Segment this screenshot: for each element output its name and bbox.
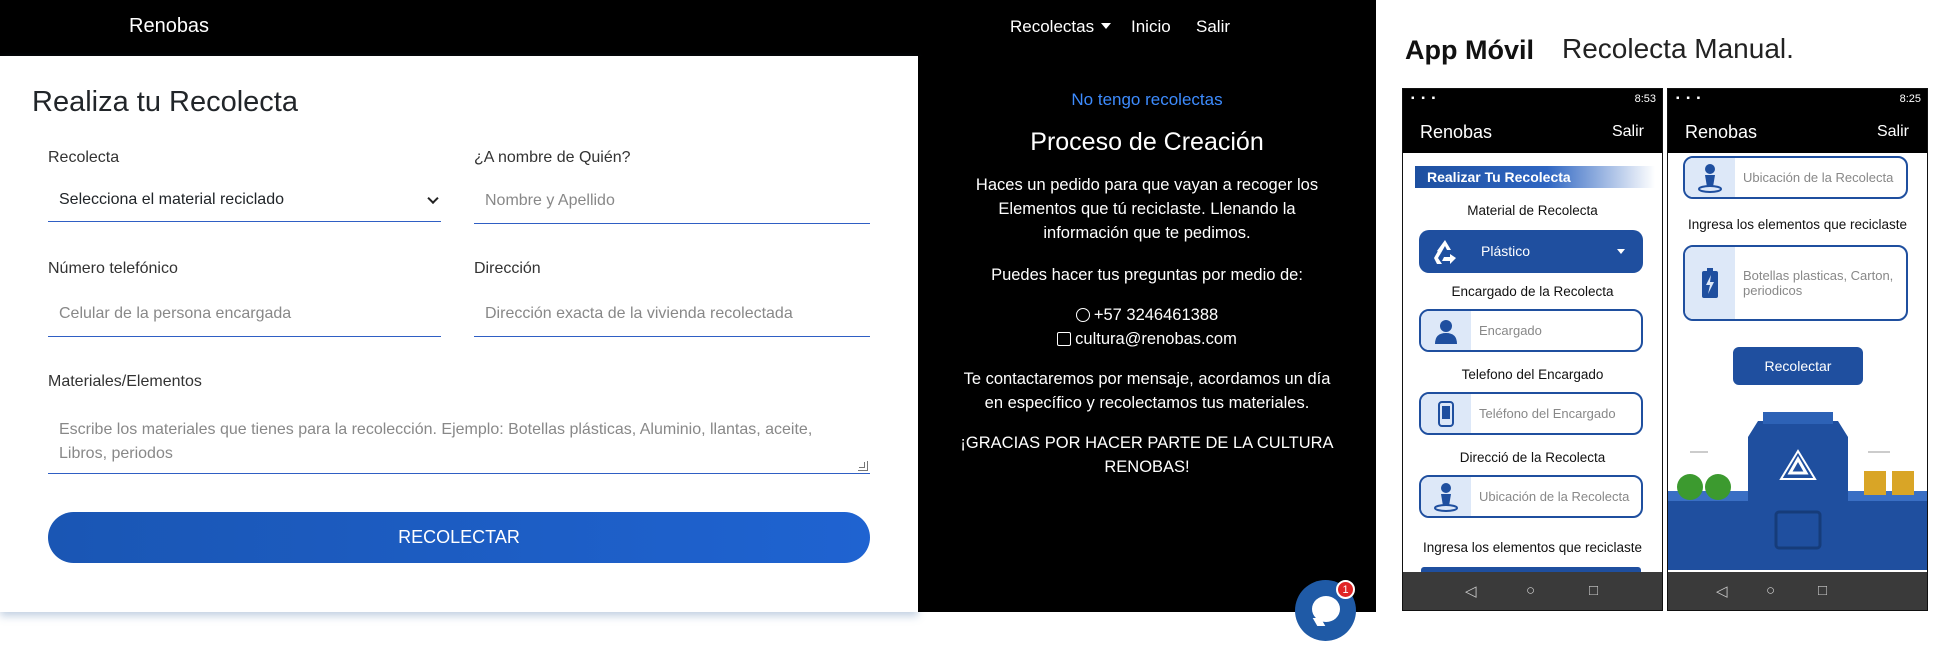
- info-paragraph-2: Puedes hacer tus preguntas por medio de:: [991, 266, 1303, 284]
- home-icon[interactable]: ○: [1526, 582, 1535, 599]
- ubicacion-input[interactable]: Ubicación de la Recolecta: [1683, 156, 1908, 199]
- caret-down-icon: [1101, 22, 1112, 29]
- contact-phone-text: +57 3246461388: [1093, 306, 1219, 324]
- app-salir-button[interactable]: Salir: [1612, 123, 1644, 141]
- phone-mockup-1: ▪ ▪ ▪ 8:53 Renobas Salir Realizar Tu Rec…: [1402, 88, 1663, 611]
- recycle-icon: [1434, 240, 1456, 264]
- phone-mockup-2: ▪ ▪ ▪ 8:25 Renobas Salir Ubicación de la…: [1667, 88, 1928, 611]
- chevron-down-icon: [427, 192, 439, 205]
- location-pin-icon: [1421, 477, 1471, 516]
- contact-phone[interactable]: +57 3246461388: [956, 303, 1338, 327]
- home-icon[interactable]: ○: [1766, 582, 1775, 599]
- collection-form: Realiza tu Recolecta Recolecta Seleccion…: [0, 56, 918, 612]
- materiales-label: Materiales/Elementos: [48, 373, 202, 390]
- app-salir-button[interactable]: Salir: [1877, 123, 1909, 141]
- recents-icon[interactable]: □: [1589, 582, 1598, 599]
- nombre-label: ¿A nombre de Quién?: [474, 149, 631, 166]
- material-dropdown[interactable]: Plástico: [1419, 230, 1643, 273]
- status-time: 8:53: [1634, 93, 1656, 105]
- recents-icon[interactable]: □: [1818, 582, 1827, 599]
- ubicacion-input[interactable]: Ubicación de la Recolecta: [1419, 475, 1643, 518]
- encargado-placeholder: Encargado: [1479, 323, 1542, 338]
- android-nav-bar: ◁ ○ □: [1403, 572, 1662, 610]
- info-paragraph-4: ¡GRACIAS POR HACER PARTE DE LA CULTURA R…: [960, 434, 1334, 476]
- info-title: Proceso de Creación: [1030, 128, 1264, 156]
- notification-icons: ▪ ▪ ▪: [1411, 93, 1438, 104]
- status-bar: ▪ ▪ ▪ 8:25: [1668, 89, 1927, 111]
- elementos-textarea[interactable]: Botellas plasticas, Carton, periodicos: [1683, 245, 1908, 321]
- telefono-encargado-label: Telefono del Encargado: [1461, 367, 1604, 382]
- resize-handle-icon[interactable]: [858, 461, 868, 471]
- elementos-label: Ingresa los elementos que reciclaste: [1422, 540, 1643, 555]
- android-nav-bar: ◁ ○ □: [1668, 572, 1927, 610]
- mobile-recolectar-button[interactable]: Recolectar: [1733, 347, 1863, 385]
- direccion-label: Dirección: [474, 260, 541, 277]
- recolecta-label: Recolecta: [48, 149, 120, 166]
- material-label: Material de Recolecta: [1467, 203, 1598, 218]
- material-select[interactable]: Selecciona el material reciclado: [48, 179, 441, 222]
- materiales-placeholder: Escribe los materiales que tienes para l…: [59, 421, 813, 462]
- recolectar-button[interactable]: RECOLECTAR: [48, 512, 870, 563]
- nombre-input[interactable]: Nombre y Apellido: [474, 179, 870, 224]
- app-brand: Renobas: [1420, 122, 1493, 142]
- nav-salir[interactable]: Salir: [1196, 17, 1230, 37]
- info-panel: No tengo recolectas Proceso de Creación …: [918, 56, 1376, 612]
- app-bar: Renobas Salir: [1403, 111, 1662, 153]
- ubicacion-placeholder: Ubicación de la Recolecta: [1743, 170, 1894, 185]
- contact-email[interactable]: cultura@renobas.com: [956, 327, 1338, 351]
- status-time: 8:25: [1899, 93, 1921, 105]
- material-dropdown-value: Plástico: [1481, 243, 1531, 259]
- brand-logo[interactable]: Renobas: [129, 15, 209, 38]
- form-banner: Realizar Tu Recolecta: [1415, 166, 1655, 188]
- direccion-input[interactable]: Dirección exacta de la vivienda recolect…: [474, 292, 870, 337]
- mobile-section-subtitle: Recolecta Manual.: [1562, 33, 1794, 64]
- ubicacion-placeholder: Ubicación de la Recolecta: [1479, 489, 1630, 504]
- material-select-value: Selecciona el material reciclado: [59, 191, 284, 208]
- email-icon: [1057, 332, 1072, 346]
- telefono-encargado-placeholder: Teléfono del Encargado: [1479, 406, 1616, 421]
- encargado-input[interactable]: Encargado: [1419, 309, 1643, 352]
- contact-email-text: cultura@renobas.com: [1075, 330, 1237, 348]
- nav-recolectas-dropdown[interactable]: Recolectas: [1010, 17, 1112, 37]
- smartphone-icon: [1421, 394, 1471, 433]
- direccion-recolecta-label: Direcció de la Recolecta: [1459, 450, 1606, 465]
- elementos-label: Ingresa los elementos que reciclaste: [1687, 217, 1908, 232]
- info-paragraph-3: Te contactaremos por mensaje, acordamos …: [963, 370, 1331, 412]
- status-bar: ▪ ▪ ▪ 8:53: [1403, 89, 1662, 111]
- dropdown-arrow-icon: [1617, 249, 1625, 254]
- back-icon[interactable]: ◁: [1716, 582, 1728, 600]
- location-pin-icon: [1685, 158, 1735, 197]
- form-title: Realiza tu Recolecta: [32, 86, 298, 118]
- materiales-textarea[interactable]: Escribe los materiales que tienes para l…: [48, 406, 870, 474]
- chat-notification-badge: 1: [1336, 580, 1355, 599]
- recycling-machine-illustration: [1668, 412, 1927, 570]
- telefono-label: Número telefónico: [48, 260, 178, 277]
- telefono-encargado-input[interactable]: Teléfono del Encargado: [1419, 392, 1643, 435]
- nav-recolectas-label: Recolectas: [1010, 17, 1095, 36]
- info-paragraph-1: Haces un pedido para que vayan a recoger…: [975, 176, 1319, 242]
- person-icon: [1421, 311, 1471, 350]
- whatsapp-icon: [1075, 308, 1090, 322]
- nav-inicio[interactable]: Inicio: [1131, 17, 1171, 37]
- encargado-label: Encargado de la Recolecta: [1451, 284, 1614, 299]
- top-navbar: Renobas Recolectas Inicio Salir: [0, 0, 1376, 56]
- elementos-placeholder: Botellas plasticas, Carton, periodicos: [1743, 268, 1894, 298]
- no-recolectas-link[interactable]: No tengo recolectas: [918, 90, 1376, 110]
- telefono-input[interactable]: Celular de la persona encargada: [48, 292, 441, 337]
- app-bar: Renobas Salir: [1668, 111, 1927, 153]
- battery-icon: [1685, 247, 1735, 319]
- app-brand: Renobas: [1685, 122, 1758, 142]
- back-icon[interactable]: ◁: [1465, 582, 1477, 600]
- notification-icons: ▪ ▪ ▪: [1676, 93, 1703, 104]
- chat-bubble-icon: [1312, 596, 1340, 622]
- mobile-section-title: App Móvil: [1405, 35, 1534, 65]
